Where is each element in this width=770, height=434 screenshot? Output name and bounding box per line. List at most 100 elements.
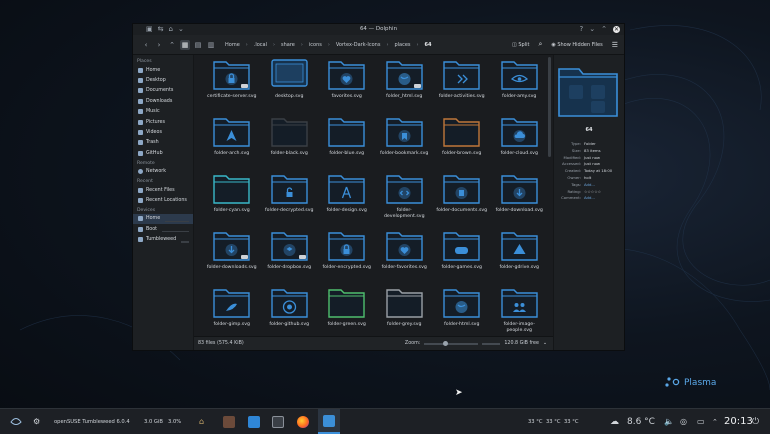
folder-preview-icon	[558, 68, 618, 117]
file-item[interactable]: folder-development.svg	[376, 171, 434, 228]
split-label: Split	[518, 41, 530, 48]
downloads-icon	[138, 98, 143, 104]
close-icon[interactable]: ✕	[613, 26, 620, 33]
app-launcher-icon[interactable]	[10, 409, 22, 434]
show-hidden-files-button[interactable]: ◉ Show Hidden Files	[551, 42, 602, 48]
help-icon[interactable]: ?	[580, 24, 584, 35]
places-item-recent-locations[interactable]: Recent Locations	[133, 195, 193, 205]
file-item[interactable]: folder-gdrive.svg	[491, 228, 549, 285]
file-item[interactable]: folder-gimp.svg	[203, 285, 261, 342]
file-item[interactable]: folder-amy.svg	[491, 57, 549, 114]
file-item[interactable]: folder-arch.svg	[203, 114, 261, 171]
file-item[interactable]: folder-image-people.svg	[491, 285, 549, 342]
places-item-documents[interactable]: Documents	[133, 86, 193, 96]
breadcrumb-current[interactable]: 64	[425, 42, 432, 48]
zoom-slider[interactable]	[424, 340, 479, 346]
file-item[interactable]: folder-documents.svg	[433, 171, 491, 228]
plasma-icon	[665, 377, 680, 387]
metadata-key: Tags:	[571, 181, 581, 187]
file-item[interactable]: folder-games.svg	[433, 228, 491, 285]
details-view-icon[interactable]: ▥	[206, 40, 216, 50]
file-item[interactable]: folder-dropbox.svg	[261, 228, 319, 285]
weather-icon[interactable]: ☁	[610, 409, 619, 434]
places-item-network[interactable]: Network	[133, 167, 193, 177]
up-icon[interactable]: ⌃	[167, 40, 177, 50]
scrollbar[interactable]	[548, 57, 551, 157]
display-icon[interactable]: ▭	[697, 409, 705, 434]
places-item-pictures[interactable]: Pictures	[133, 117, 193, 127]
breadcrumb-item[interactable]: icons	[309, 42, 322, 48]
dolphin-task-button[interactable]	[318, 409, 340, 434]
maximize-icon[interactable]: ⌃	[601, 24, 607, 35]
places-item-trash[interactable]: Trash	[133, 138, 193, 148]
file-item[interactable]: folder-blue.svg	[318, 114, 376, 171]
breadcrumb-item[interactable]: places	[394, 42, 410, 48]
file-item[interactable]: desktop.svg	[261, 57, 319, 114]
file-item[interactable]: favorites.svg	[318, 57, 376, 114]
title-bar: ▣ ⇆ ⌂ ⌄ 64 — Dolphin ? ⌄ ⌃ ✕	[133, 24, 624, 35]
firefox-app-icon[interactable]	[297, 409, 309, 434]
file-item[interactable]: folder-decrypted.svg	[261, 171, 319, 228]
file-item[interactable]: folder-design.svg	[318, 171, 376, 228]
breadcrumb-item[interactable]: .local	[254, 42, 267, 48]
file-item[interactable]: folder-download.svg	[491, 171, 549, 228]
system-monitor-app-icon[interactable]	[272, 409, 284, 434]
icons-view-icon[interactable]: ▦	[180, 39, 190, 50]
settings-gear-icon[interactable]: ⚙	[33, 409, 40, 434]
metadata-row: Created: Today at 18:00	[554, 168, 624, 175]
file-item[interactable]: folder-activities.svg	[433, 57, 491, 114]
breadcrumb-item[interactable]: Vortex-Dark-Icons	[336, 42, 381, 48]
file-item[interactable]: folder-cyan.svg	[203, 171, 261, 228]
places-item-recent-files[interactable]: Recent Files	[133, 185, 193, 195]
terminal-app-icon[interactable]: ⌂	[199, 409, 204, 434]
network-icon[interactable]: ◎	[680, 409, 687, 434]
compass-folder-icon	[328, 175, 365, 204]
metadata-value[interactable]: Add...	[584, 182, 595, 189]
volume-icon[interactable]: 🔈	[664, 409, 674, 434]
weather-temp[interactable]: 8.6 °C	[627, 409, 655, 434]
minimize-icon[interactable]: ⌄	[589, 24, 595, 35]
file-view[interactable]: certificate-server.svg desktop.svg favorit…	[194, 55, 553, 350]
file-item[interactable]: certificate-server.svg	[203, 57, 261, 114]
places-item-videos[interactable]: Videos	[133, 127, 193, 137]
file-item[interactable]: folder_html.svg	[376, 57, 434, 114]
back-icon[interactable]: ‹	[141, 40, 151, 50]
media-app-icon[interactable]	[223, 409, 235, 434]
hamburger-menu-icon[interactable]: ☰	[612, 41, 618, 49]
search-icon[interactable]: ⌕	[538, 40, 542, 49]
compact-view-icon[interactable]: ▤	[193, 40, 203, 50]
metadata-value[interactable]: ☆☆☆☆☆	[584, 189, 601, 196]
power-icon[interactable]: ⏻	[752, 409, 759, 434]
file-name: folder-html.svg	[444, 322, 480, 327]
file-item[interactable]: folder-green.svg	[318, 285, 376, 342]
file-item[interactable]: folder-cloud.svg	[491, 114, 549, 171]
places-item-desktop[interactable]: Desktop	[133, 75, 193, 85]
file-item[interactable]: folder-html.svg	[433, 285, 491, 342]
places-item-downloads[interactable]: Downloads	[133, 96, 193, 106]
chevron-down-icon[interactable]: ⌄	[543, 341, 547, 346]
file-item[interactable]: folder-grey.svg	[376, 285, 434, 342]
file-item[interactable]: folder-downloads.svg	[203, 228, 261, 285]
places-item-github[interactable]: GitHub	[133, 148, 193, 158]
zoom-handle[interactable]	[443, 340, 449, 346]
file-item[interactable]: folder-bookmark.svg	[376, 114, 434, 171]
file-item[interactable]: folder-black.svg	[261, 114, 319, 171]
file-item[interactable]: folder-brown.svg	[433, 114, 491, 171]
tray-expand-icon[interactable]: ⌃	[712, 409, 718, 434]
metadata-value[interactable]: Add...	[584, 195, 595, 202]
places-item-music[interactable]: Music	[133, 107, 193, 117]
file-item[interactable]: folder-favorites.svg	[376, 228, 434, 285]
store-app-icon[interactable]	[248, 409, 260, 434]
github-icon	[138, 150, 143, 156]
forward-icon[interactable]: ›	[154, 40, 164, 50]
places-item-boot[interactable]: Boot	[133, 224, 193, 234]
breadcrumb-item[interactable]: Home	[225, 42, 240, 48]
file-item[interactable]: folder-encrypted.svg	[318, 228, 376, 285]
places-item-home[interactable]: Home	[133, 213, 193, 225]
breadcrumb-item[interactable]: share	[281, 42, 295, 48]
places-item-home[interactable]: Home	[133, 65, 193, 75]
clock[interactable]: 20:13	[724, 409, 753, 434]
split-button[interactable]: ◫ Split	[512, 42, 529, 48]
file-item[interactable]: folder-github.svg	[261, 285, 319, 342]
places-item-tumbleweed[interactable]: Tumbleweed	[133, 234, 193, 244]
